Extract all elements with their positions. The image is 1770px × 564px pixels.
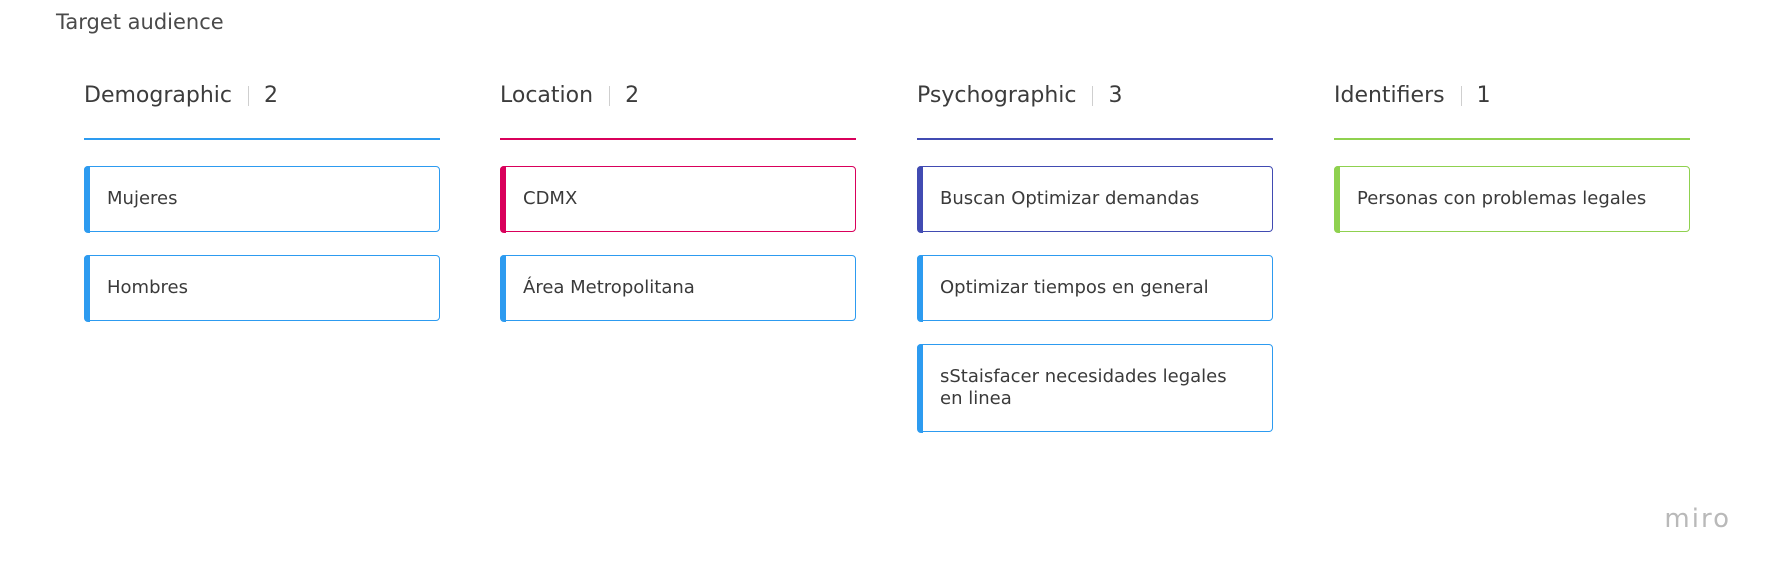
- column-title: Location: [500, 83, 594, 108]
- column-underline: [917, 138, 1273, 140]
- column-underline: [1334, 138, 1690, 140]
- sticky-card[interactable]: Hombres: [83, 254, 440, 322]
- column-count: 2: [625, 83, 640, 108]
- column-underline: [500, 138, 856, 140]
- card-text: Personas con problemas legales: [1357, 188, 1647, 209]
- column-identifiers: Identifiers 1 Personas con problemas leg…: [1333, 76, 1690, 255]
- column-title: Psychographic: [917, 83, 1077, 108]
- sticky-card[interactable]: Buscan Optimizar demandas: [916, 165, 1273, 233]
- card-text: Mujeres: [107, 188, 178, 209]
- card-text: Optimizar tiempos en general: [940, 277, 1209, 298]
- column-location: Location 2 CDMX Área Metropolitana: [499, 76, 856, 344]
- sticky-card[interactable]: Optimizar tiempos en general: [916, 254, 1273, 322]
- column-header[interactable]: Identifiers 1: [1334, 76, 1690, 136]
- column-count: 3: [1108, 83, 1123, 108]
- column-count: 1: [1476, 83, 1491, 108]
- column-header[interactable]: Psychographic 3: [917, 76, 1273, 136]
- column-header-divider: [609, 86, 611, 106]
- column-psychographic: Psychographic 3 Buscan Optimizar demanda…: [916, 76, 1273, 455]
- column-header-divider: [1092, 86, 1094, 106]
- column-header-divider: [1460, 86, 1462, 106]
- column-header[interactable]: Location 2: [500, 76, 856, 136]
- card-text: CDMX: [523, 188, 578, 209]
- miro-logo: miro: [1664, 504, 1731, 534]
- card-text: sStaisfacer necesidades legales en linea: [940, 366, 1227, 409]
- column-header[interactable]: Demographic 2: [84, 76, 440, 136]
- sticky-card[interactable]: Área Metropolitana: [499, 254, 856, 322]
- audience-columns: Demographic 2 Mujeres Hombres Location 2…: [83, 76, 1694, 476]
- sticky-card[interactable]: Mujeres: [83, 165, 440, 233]
- card-text: Hombres: [107, 277, 188, 298]
- column-demographic: Demographic 2 Mujeres Hombres: [83, 76, 440, 344]
- column-header-divider: [247, 86, 249, 106]
- sticky-card[interactable]: CDMX: [499, 165, 856, 233]
- column-underline: [84, 138, 440, 140]
- board-title: Target audience: [56, 10, 224, 34]
- card-text: Buscan Optimizar demandas: [940, 188, 1200, 209]
- column-title: Demographic: [84, 83, 232, 108]
- column-title: Identifiers: [1334, 83, 1445, 108]
- sticky-card[interactable]: sStaisfacer necesidades legales en linea: [916, 343, 1273, 433]
- card-text: Área Metropolitana: [523, 277, 695, 298]
- column-count: 2: [263, 83, 278, 108]
- sticky-card[interactable]: Personas con problemas legales: [1333, 165, 1690, 233]
